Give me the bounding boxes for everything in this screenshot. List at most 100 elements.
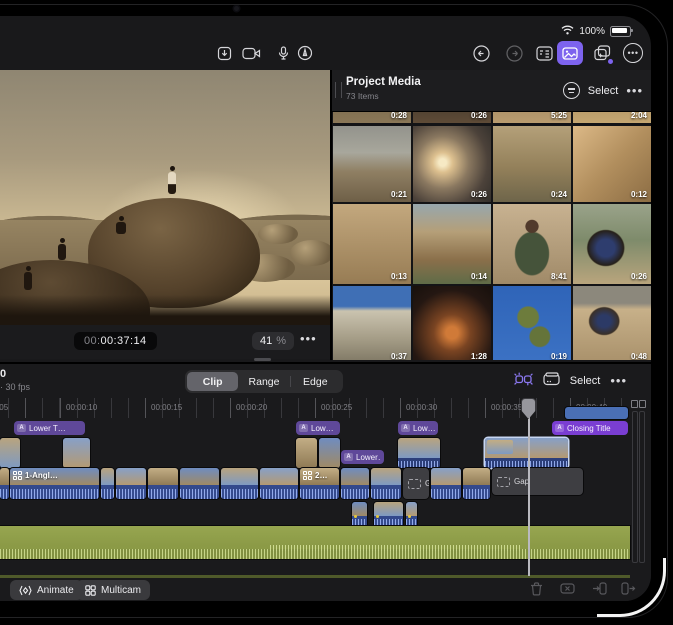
more-icon[interactable]: ••• [620, 41, 646, 65]
front-camera [234, 6, 239, 11]
audio-waveform [180, 485, 219, 499]
media-thumbnail[interactable]: 0:19 [493, 286, 571, 360]
clip-duration: 0:37 [391, 352, 407, 360]
media-thumbnail[interactable]: 8:41 [493, 204, 571, 284]
title-clip[interactable]: ALower T… [14, 421, 85, 435]
segment-clip[interactable]: Clip [187, 372, 238, 391]
blade-cut-icon[interactable] [560, 582, 575, 600]
clip-thumbnail [116, 468, 146, 485]
insert-icon[interactable] [592, 582, 607, 600]
browser-select-button[interactable]: Select [588, 85, 619, 97]
clip-duration: 0:24 [551, 190, 567, 199]
media-thumbnail[interactable]: 0:14 [413, 204, 491, 284]
append-icon[interactable] [621, 582, 636, 600]
timeline-more-icon[interactable]: ••• [610, 377, 627, 385]
person-far-left [24, 266, 32, 290]
clip-thumbnail [374, 502, 403, 516]
clip-thumbnail [398, 438, 440, 458]
filter-icon[interactable] [563, 82, 580, 99]
storyline-clip[interactable] [101, 468, 114, 499]
viewer-zoom-control[interactable]: 41% [252, 332, 294, 350]
timeline-select-button[interactable]: Select [570, 375, 601, 387]
storyline-clip[interactable] [341, 468, 369, 499]
audio-waveform [431, 485, 461, 499]
media-thumbnail[interactable]: 0:37 [333, 286, 411, 360]
media-thumbnail[interactable]: 0:48 [573, 286, 651, 360]
storyline-clip[interactable] [260, 468, 298, 499]
connected-audio-clip[interactable] [406, 502, 417, 528]
clip-duration: 0:14 [471, 272, 487, 281]
battery-icon [610, 26, 631, 37]
clip-duration: 1:28 [471, 352, 487, 360]
timeline-minimap-scrollbar[interactable] [631, 400, 646, 564]
playhead-line [528, 398, 530, 576]
redo-icon[interactable] [501, 41, 527, 65]
storyline-clip[interactable]: 2… [300, 468, 339, 499]
title-clip[interactable]: ALow… [296, 421, 340, 435]
connected-clip[interactable] [296, 438, 317, 468]
storyline-clip[interactable] [371, 468, 401, 499]
animate-button[interactable]: Animate [10, 580, 83, 600]
delete-icon[interactable] [530, 582, 543, 601]
magnetic-timeline-icon[interactable] [514, 372, 533, 389]
media-browser-icon[interactable] [557, 41, 583, 65]
media-thumbnail[interactable]: 0:24 [493, 126, 571, 202]
project-media-browser: 0:280:265:252:040:210:260:240:120:130:14… [330, 70, 651, 360]
connected-clip[interactable] [63, 438, 90, 468]
import-icon[interactable] [211, 41, 237, 65]
title-clip[interactable]: ALow… [398, 421, 438, 435]
segment-range[interactable]: Range [238, 372, 289, 391]
title-clip[interactable]: ALower… [341, 450, 384, 464]
timecode-display[interactable]: 00:00:37:14 [74, 332, 157, 350]
undo-icon[interactable] [468, 41, 494, 65]
person-sitting [116, 216, 126, 234]
overlay-view-icon[interactable] [543, 372, 560, 389]
pencil-icon[interactable] [292, 41, 318, 65]
clip-duration: 0:26 [471, 111, 487, 120]
gap-clip[interactable]: G… [403, 468, 429, 499]
clip-thumbnail [10, 468, 99, 485]
title-clip[interactable]: AClosing Title [552, 421, 628, 435]
effects-icon[interactable] [589, 41, 615, 65]
storyline-clip[interactable] [148, 468, 178, 499]
media-thumbnail[interactable]: 1:28 [413, 286, 491, 360]
storyline-clip[interactable] [463, 468, 490, 499]
storyline-clip[interactable] [180, 468, 219, 499]
music-audio-clip[interactable] [0, 526, 630, 559]
storyline-clip[interactable] [0, 468, 9, 499]
audio-waveform [374, 516, 403, 528]
connected-clip[interactable] [398, 438, 440, 468]
media-thumbnail[interactable]: 0:21 [333, 126, 411, 202]
media-thumbnail[interactable]: 0:12 [573, 126, 651, 202]
media-thumbnail[interactable]: 0:13 [333, 204, 411, 284]
browser-more-icon[interactable]: ••• [626, 87, 643, 95]
storyline-clip[interactable]: 1-Angl… [10, 468, 99, 499]
inspector-icon[interactable] [531, 41, 557, 65]
clip-thumbnail [260, 468, 298, 485]
connected-audio-clip[interactable] [374, 502, 403, 528]
clip-thumbnail [463, 468, 490, 485]
multicam-button[interactable]: Multicam [76, 580, 150, 600]
audio-waveform-peak [270, 545, 520, 551]
connected-clip[interactable] [319, 438, 340, 468]
media-thumbnail[interactable]: 0:26 [413, 126, 491, 202]
clip-label: Low… [413, 424, 435, 433]
browser-resize-handle[interactable] [335, 82, 342, 98]
storyline-clip[interactable] [431, 468, 461, 499]
segment-edge[interactable]: Edge [290, 372, 341, 391]
viewer-more-icon[interactable]: ••• [300, 331, 317, 346]
camera-icon[interactable] [238, 41, 264, 65]
connected-clip[interactable]: Landscap… [485, 438, 568, 468]
gap-clip[interactable]: Gap [492, 468, 583, 495]
connected-audio-clip[interactable] [352, 502, 367, 528]
connected-clip[interactable] [0, 438, 20, 468]
multicam-icon [303, 471, 312, 480]
storyline-clip[interactable] [221, 468, 258, 499]
clip-thumbnail [406, 502, 417, 516]
storyline-clip[interactable] [116, 468, 146, 499]
media-thumbnail[interactable]: 0:26 [573, 204, 651, 284]
panel-drag-handle[interactable] [254, 358, 271, 361]
ruler-tick-label: 00:00:30 [406, 403, 437, 412]
audio-waveform [116, 485, 146, 499]
viewer-preview[interactable] [0, 70, 330, 325]
